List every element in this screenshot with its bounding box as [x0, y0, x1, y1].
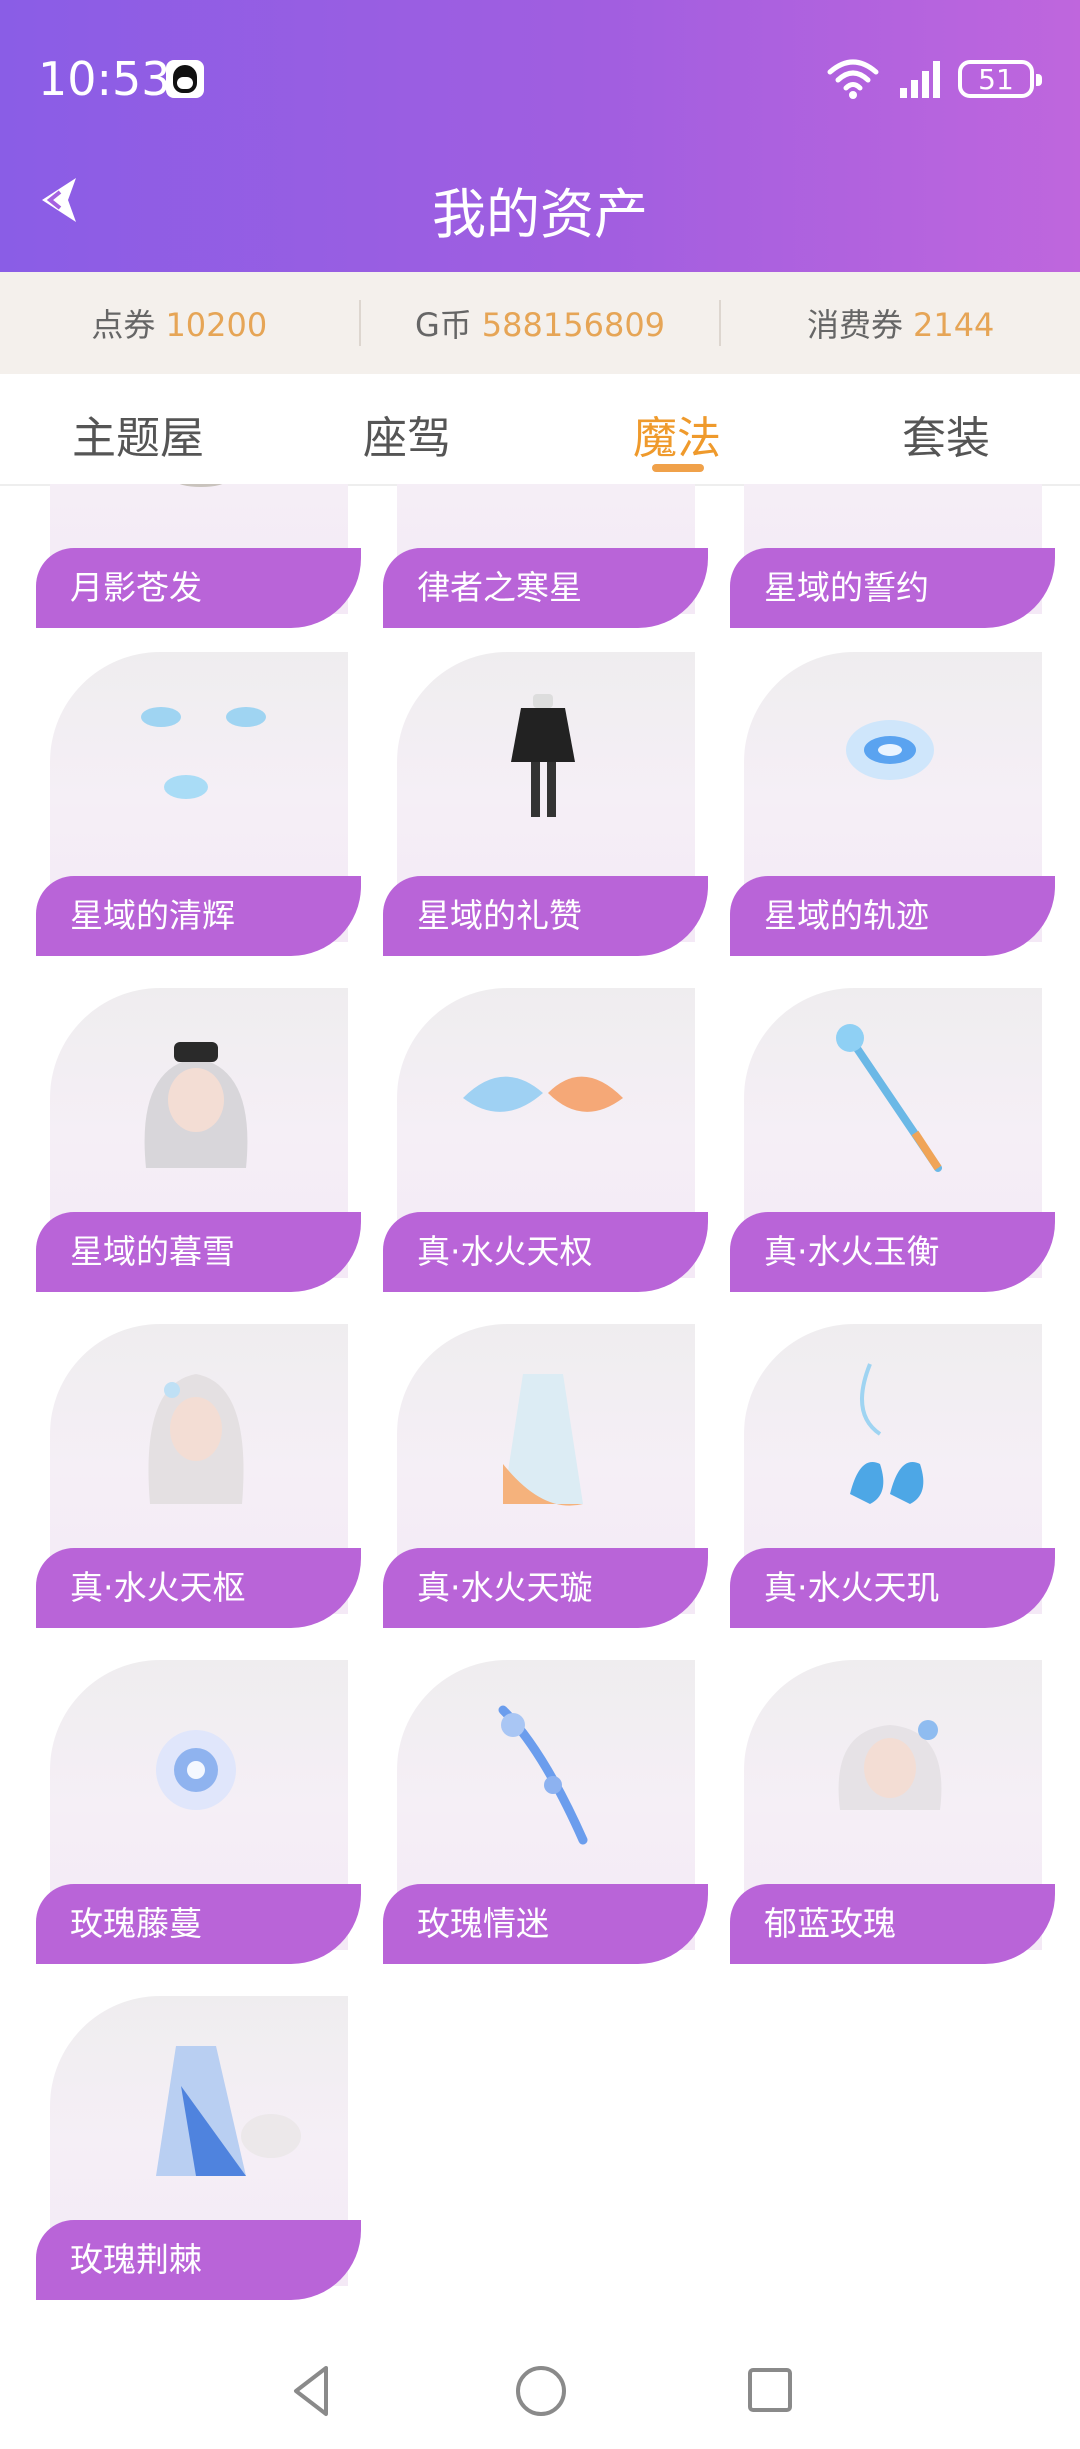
category-tabs: 主题屋 座驾 魔法 套装: [0, 374, 1080, 486]
back-nav-icon[interactable]: [290, 2364, 332, 2418]
currency-points: 点券 10200: [0, 300, 359, 346]
item-card[interactable]: 星域的礼赞: [383, 652, 708, 956]
item-card[interactable]: 真·水火天权: [383, 988, 708, 1292]
item-name: 玫瑰藤蔓: [36, 1884, 361, 1964]
item-name: 真·水火天玑: [730, 1548, 1055, 1628]
currency-value: 10200: [165, 306, 268, 344]
item-name: 月影苍发: [36, 548, 361, 628]
magic-staff-icon: [836, 1024, 942, 1172]
status-time: 10:53: [38, 52, 171, 106]
battery-indicator: 51: [958, 60, 1042, 98]
item-name: 玫瑰荆棘: [36, 2220, 361, 2300]
blue-shoes-icon: [850, 1363, 924, 1504]
dress-outfit-icon: [503, 1374, 583, 1506]
rose-dress-outfit-icon: [156, 2046, 301, 2176]
currency-gcoin: G币 588156809: [361, 300, 720, 346]
item-name: 星域的清辉: [36, 876, 361, 956]
item-card[interactable]: 玫瑰情迷: [383, 1660, 708, 1964]
white-hair-head-icon: [148, 1374, 244, 1504]
blue-rose-vine-icon: [156, 1730, 236, 1810]
rose-hair-head-icon: [838, 1720, 942, 1810]
silver-hair-icon: [144, 1042, 248, 1168]
tab-outfit[interactable]: 套装: [902, 402, 990, 466]
item-card[interactable]: 真·水火天枢: [36, 1324, 361, 1628]
currency-bar: 点券 10200 G币 588156809 消费券 2144: [0, 272, 1080, 374]
qq-notification-icon: [166, 60, 204, 98]
tab-magic[interactable]: 魔法: [633, 402, 721, 466]
currency-label: G币: [414, 306, 472, 344]
item-name: 玫瑰情迷: [383, 1884, 708, 1964]
item-name: 郁蓝玫瑰: [730, 1884, 1055, 1964]
item-card[interactable]: 郁蓝玫瑰: [730, 1660, 1055, 1964]
item-card[interactable]: 星域的轨迹: [730, 652, 1055, 956]
item-name: 真·水火玉衡: [730, 1212, 1055, 1292]
water-fire-wings-icon: [463, 1076, 623, 1112]
active-tab-indicator: [652, 464, 704, 472]
item-name: 星域的轨迹: [730, 876, 1055, 956]
item-name: 律者之寒星: [383, 548, 708, 628]
black-dress-outfit-icon: [511, 694, 575, 817]
item-name: 真·水火天权: [383, 1212, 708, 1292]
currency-value: 588156809: [481, 306, 666, 344]
page-title: 我的资产: [432, 183, 648, 246]
crystal-ornament-icon: [141, 707, 266, 799]
signal-icon: [900, 61, 940, 98]
header: 10:53 51 我的资产: [0, 0, 1080, 272]
item-card[interactable]: 律者之寒星: [383, 484, 708, 628]
item-name: 星域的暮雪: [36, 1212, 361, 1292]
tab-theme-house[interactable]: 主题屋: [72, 402, 204, 466]
currency-label: 消费券: [806, 306, 903, 344]
tab-mount[interactable]: 座驾: [363, 402, 451, 466]
item-name: 星域的誓约: [730, 548, 1055, 628]
navigation-bar: [0, 2320, 1080, 2449]
item-card[interactable]: 真·水火天璇: [383, 1324, 708, 1628]
item-card[interactable]: 星域的誓约: [730, 484, 1055, 628]
item-card[interactable]: 玫瑰藤蔓: [36, 1660, 361, 1964]
item-name: 真·水火天枢: [36, 1548, 361, 1628]
blue-rose-wand-icon: [498, 1705, 588, 1845]
item-name: 星域的礼赞: [383, 876, 708, 956]
currency-voucher: 消费券 2144: [721, 300, 1080, 346]
hair-item-icon: [179, 484, 223, 487]
currency-label: 点券: [91, 306, 156, 344]
item-card[interactable]: 玫瑰荆棘: [36, 1996, 361, 2300]
item-card[interactable]: 真·水火玉衡: [730, 988, 1055, 1292]
item-card[interactable]: 真·水火天玑: [730, 1324, 1055, 1628]
item-card[interactable]: 星域的清辉: [36, 652, 361, 956]
wifi-icon: [827, 59, 879, 99]
blue-glow-effect-icon: [846, 720, 934, 780]
home-nav-icon[interactable]: [514, 2364, 568, 2418]
item-grid: 月影苍发 律者之寒星 星域的誓约 星域的清辉 星域的礼赞 星域的轨迹 星域的暮雪…: [0, 484, 1080, 2320]
recents-nav-icon[interactable]: [746, 2366, 794, 2414]
item-card[interactable]: 月影苍发: [36, 484, 361, 628]
item-name: 真·水火天璇: [383, 1548, 708, 1628]
currency-value: 2144: [912, 306, 995, 344]
item-card[interactable]: 星域的暮雪: [36, 988, 361, 1292]
